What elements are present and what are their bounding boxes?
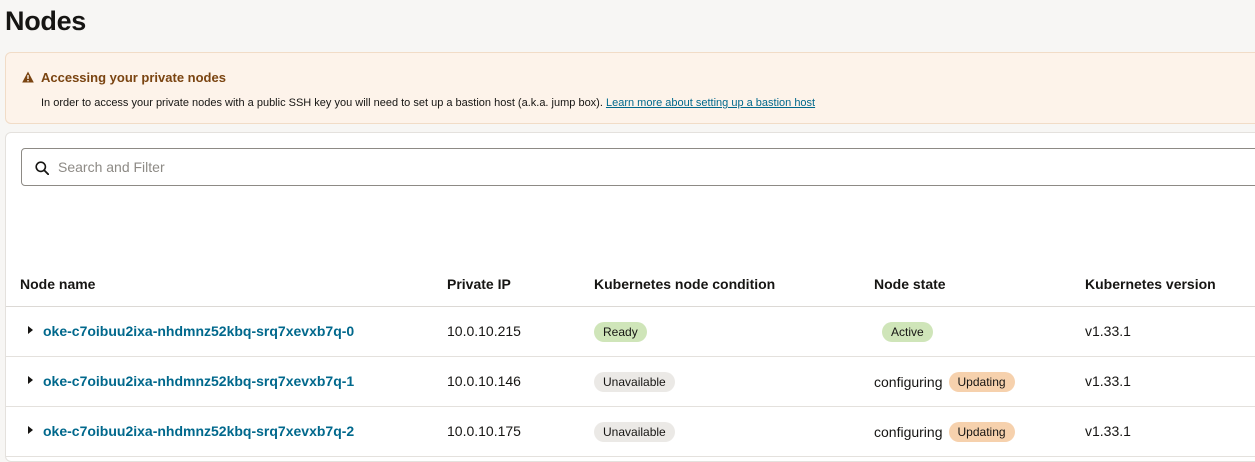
column-header-k8s-version[interactable]: Kubernetes version (1085, 268, 1216, 300)
node-name-link[interactable]: oke-c7oibuu2ixa-nhdmnz52kbq-srq7xevxb7q-… (43, 373, 354, 389)
table-row: oke-c7oibuu2ixa-nhdmnz52kbq-srq7xevxb7q-… (6, 357, 1255, 407)
condition-badge: Unavailable (594, 422, 675, 443)
state-text: configuring (874, 374, 943, 391)
expand-row-caret-icon[interactable] (28, 376, 33, 384)
condition-badge: Unavailable (594, 372, 675, 393)
banner-body: In order to access your private nodes wi… (41, 97, 815, 109)
k8s-version: v1.33.1 (1085, 423, 1131, 439)
nodes-table: Node name Private IP Kubernetes node con… (6, 268, 1255, 457)
info-banner: Accessing your private nodes In order to… (5, 52, 1255, 124)
nodes-panel: Node name Private IP Kubernetes node con… (5, 132, 1255, 462)
expand-row-caret-icon[interactable] (28, 426, 33, 434)
table-header: Node name Private IP Kubernetes node con… (6, 268, 1255, 307)
banner-message: In order to access your private nodes wi… (41, 97, 603, 109)
search-icon (35, 161, 49, 175)
state-badge: Updating (948, 422, 1015, 443)
k8s-version: v1.33.1 (1085, 373, 1131, 389)
table-row: oke-c7oibuu2ixa-nhdmnz52kbq-srq7xevxb7q-… (6, 307, 1255, 357)
k8s-version: v1.33.1 (1085, 323, 1131, 339)
expand-row-caret-icon[interactable] (28, 326, 33, 334)
column-header-node-name[interactable]: Node name (20, 268, 95, 300)
private-ip: 10.0.10.215 (447, 323, 521, 339)
warning-icon (22, 71, 34, 83)
node-name-link[interactable]: oke-c7oibuu2ixa-nhdmnz52kbq-srq7xevxb7q-… (43, 423, 354, 439)
table-row: oke-c7oibuu2ixa-nhdmnz52kbq-srq7xevxb7q-… (6, 407, 1255, 457)
column-header-private-ip[interactable]: Private IP (447, 268, 511, 300)
search-filter-box[interactable] (21, 148, 1255, 186)
state-badge: Updating (948, 372, 1015, 393)
node-name-link[interactable]: oke-c7oibuu2ixa-nhdmnz52kbq-srq7xevxb7q-… (43, 323, 354, 339)
column-header-node-condition[interactable]: Kubernetes node condition (594, 268, 775, 300)
private-ip: 10.0.10.146 (447, 373, 521, 389)
bastion-help-link[interactable]: Learn more about setting up a bastion ho… (606, 97, 815, 109)
condition-badge: Ready (594, 322, 647, 343)
page-title: Nodes (5, 6, 87, 36)
banner-title: Accessing your private nodes (41, 70, 226, 85)
search-input[interactable] (58, 149, 1248, 185)
column-header-node-state[interactable]: Node state (874, 268, 946, 300)
state-badge: Active (882, 322, 933, 343)
private-ip: 10.0.10.175 (447, 423, 521, 439)
state-text: configuring (874, 424, 943, 441)
